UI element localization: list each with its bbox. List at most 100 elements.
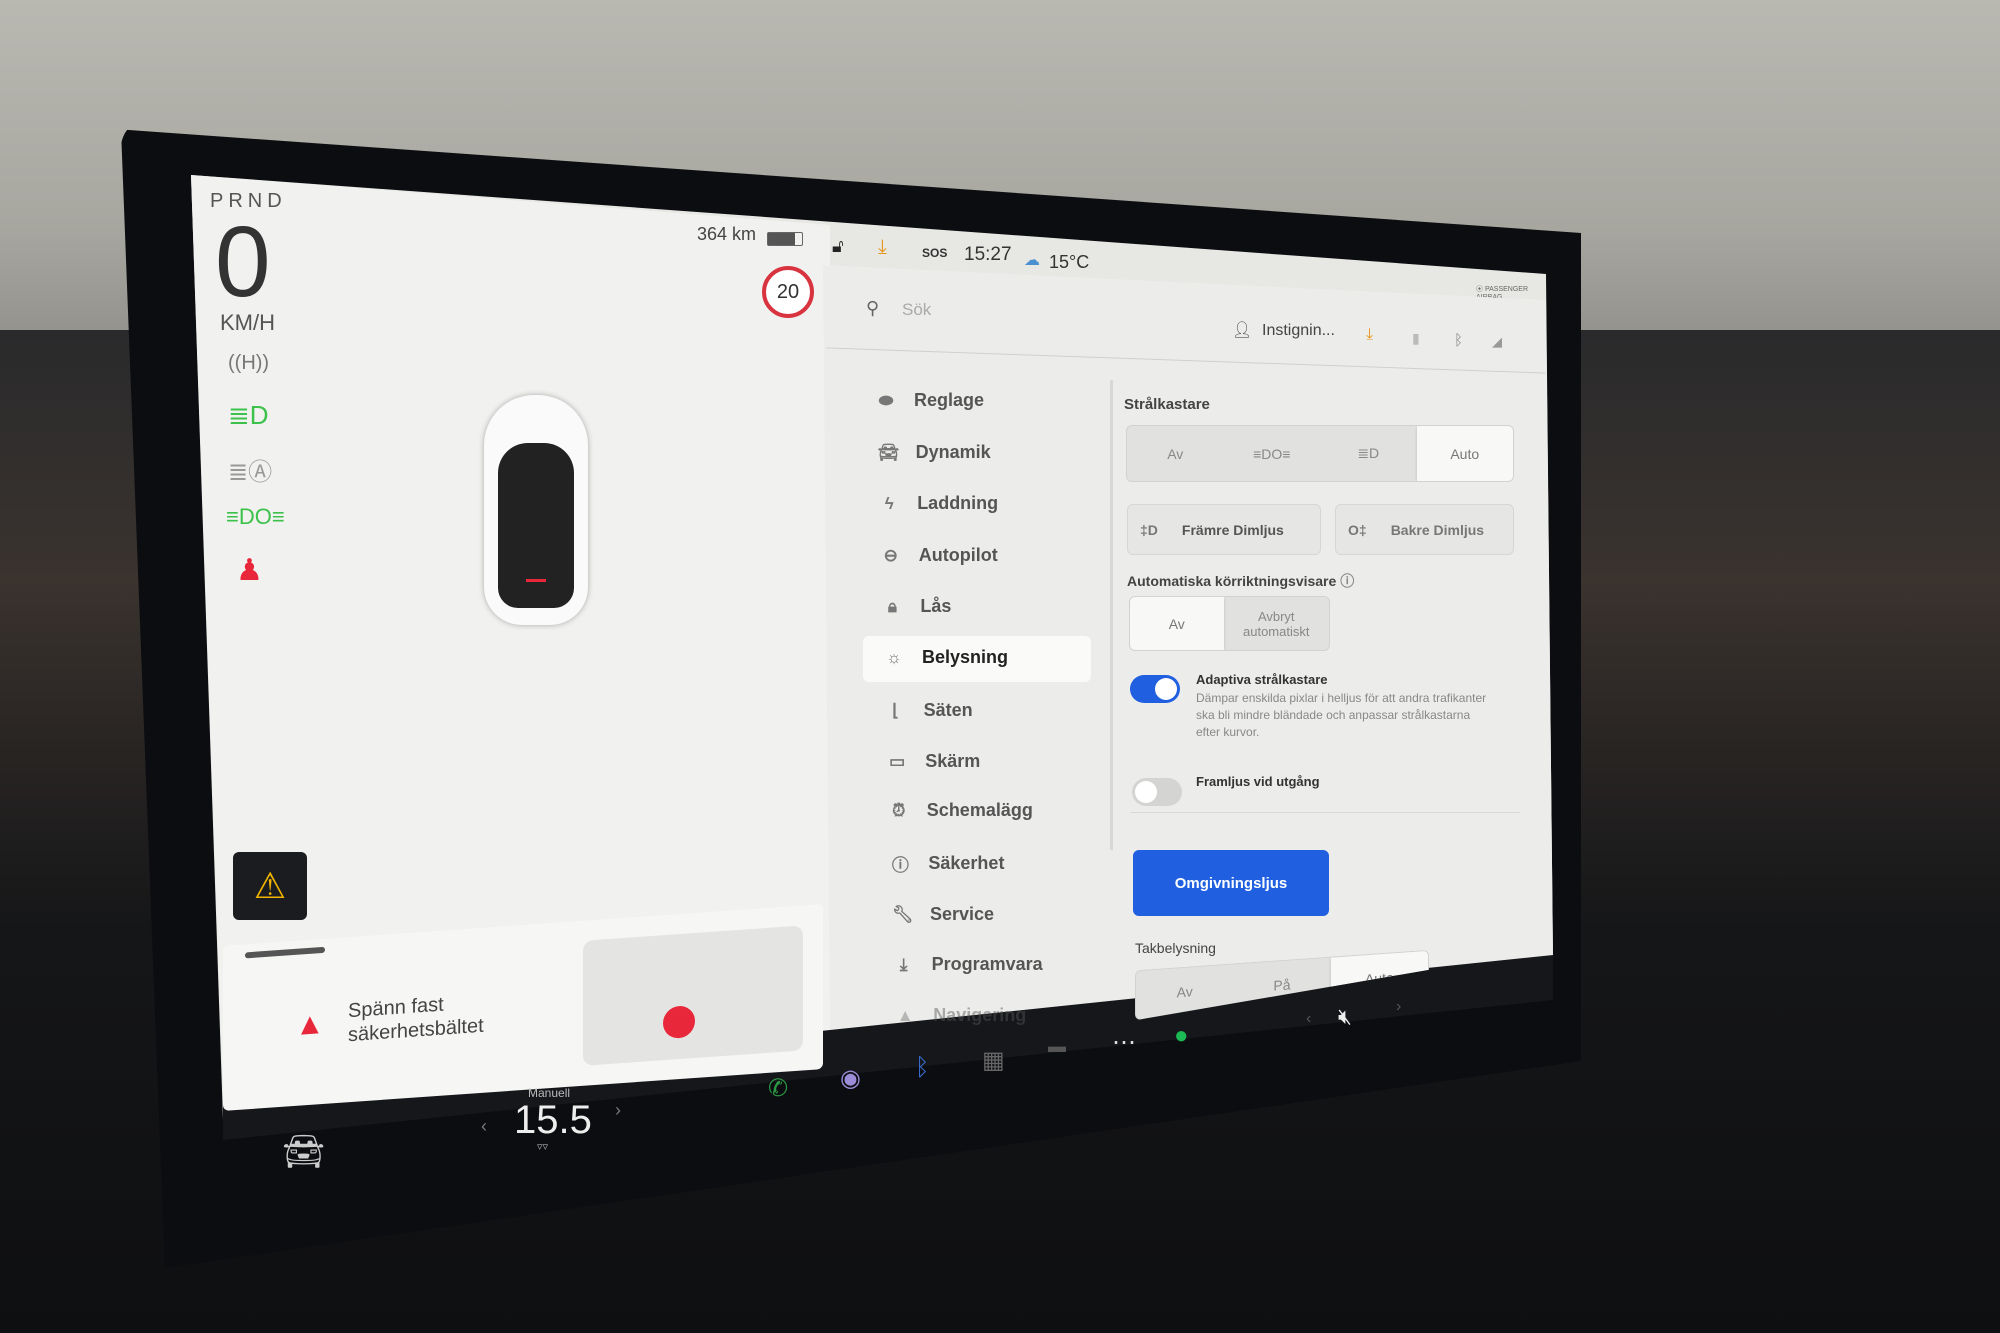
auto-high-beam-icon: ≣Ⓐ [228,459,273,486]
alert-message: Spänn fast säkerhetsbältet [348,990,484,1047]
phone-icon[interactable]: ✆ [768,1074,788,1103]
info-icon[interactable]: ⓘ [1340,573,1354,589]
wrench-icon: 🔧︎ [892,904,914,924]
menu-item-label: Lås [920,596,952,616]
headlights-auto[interactable]: Auto [1416,426,1513,481]
menu-item-label: Säkerhet [928,853,1005,873]
car-icon: 🚘︎ [877,442,900,462]
more-icon[interactable]: ⋯ [1112,1028,1136,1057]
steering-wheel-icon: ⊖ [883,545,898,565]
alert-triangle-icon: ▲ [295,1006,325,1042]
temp-up-chevron[interactable]: › [615,1100,621,1121]
signal-icon: ◢ [1492,334,1502,349]
front-fog-button[interactable]: ‡D Främre Dimljus [1127,504,1321,555]
range-readout: 364 km [697,224,757,244]
headlights-off[interactable]: Av [1127,426,1224,481]
headlights-label: Strålkastare [1124,396,1210,413]
bluetooth-icon[interactable]: ᛒ [1454,332,1463,349]
adaptive-headlights-toggle[interactable] [1130,675,1180,703]
mute-icon[interactable]: 🔇︎ [1338,1004,1352,1030]
menu-item-label: Service [930,904,995,924]
menu-item-label: Navigering [933,1005,1027,1025]
menu-item-autopilot[interactable]: ⊖ Autopilot [881,545,998,566]
dome-light-label: Takbelysning [1135,940,1216,956]
front-fog-icon: ‡D [1140,521,1158,538]
menu-item-label: Autopilot [918,545,998,565]
menu-item-programvara[interactable]: ⤓ Programvara [894,954,1043,975]
menu-item-label: Schemalägg [926,800,1033,820]
headlights-segmented: Av ≡DO≡ ≣D Auto [1126,425,1514,482]
toggle-icon: ⬬ [878,390,894,410]
temp-down-chevron[interactable]: ‹ [481,1116,487,1137]
car-icon[interactable]: 🚘︎ [282,1132,325,1172]
menu-item-belysning[interactable]: ☼ Belysning [884,647,1008,668]
info-icon: ⓘ [891,856,909,875]
headlights-low[interactable]: ≣D [1320,426,1417,481]
menu-item-label: Programvara [931,954,1043,974]
menu-item-säten[interactable]: ⌊ Säten [886,700,973,721]
menu-item-lås[interactable]: 🔒︎ Lås [882,596,952,617]
volume-up-chevron[interactable]: › [1396,998,1401,1016]
menu-item-schemalägg[interactable]: ⏰︎ Schemalägg [889,800,1033,821]
menu-item-skärm[interactable]: ▭ Skärm [887,751,980,772]
menu-item-säkerhet[interactable]: ⓘ Säkerhet [890,851,1005,876]
menu-item-reglage[interactable]: ⬬ Reglage [876,390,984,411]
menu-item-service[interactable]: 🔧︎ Service [892,904,994,925]
bell-icon[interactable]: ▮ [1412,330,1420,347]
section-divider [1130,812,1520,813]
profile-name[interactable]: Instignin... [1262,322,1335,340]
search-icon: ⚲ [866,298,880,318]
car-top-view [484,395,588,625]
front-fog-label: Främre Dimljus [1181,521,1284,538]
exit-lights-toggle[interactable] [1132,778,1182,806]
navigation-icon: ▲ [896,1005,914,1025]
drag-handle[interactable] [245,946,325,959]
speed-limit-sign: 20 [762,266,814,318]
sos-button[interactable]: SOS [922,246,947,260]
dashcam-icon[interactable]: ▬ [1048,1036,1066,1057]
adaptive-headlights-description: Dämpar enskilda pixlar i helljus för att… [1196,691,1487,739]
speed-readout: 0 [215,206,271,318]
auto-turn-cancel[interactable]: Avbryt automatiskt [1224,597,1330,650]
headlights-parking[interactable]: ≡DO≡ [1224,426,1321,481]
cabin-temperature[interactable]: 15.5 [514,1098,592,1143]
menu-item-label: Laddning [917,493,999,513]
auto-turn-label: Automatiska körriktningsvisare ⓘ [1127,573,1355,589]
bluetooth-icon[interactable]: ᛒ [915,1054,929,1082]
low-beam-icon: ≣D [228,400,269,430]
menu-item-navigering[interactable]: ▲ Navigering [895,1005,1026,1026]
unlock-icon[interactable]: 🔓︎ [832,236,844,257]
rear-fog-button[interactable]: O‡ Bakre Dimljus [1335,504,1514,555]
bolt-icon: ϟ [884,493,894,513]
menu-item-label: Dynamik [915,442,991,462]
camera-icon[interactable]: ◉ [840,1064,861,1093]
lock-icon: 🔒︎ [887,596,897,616]
speed-limit-value: 20 [776,280,800,303]
auto-turn-segmented: Av Avbryt automatiskt [1129,596,1330,651]
clock: 15:27 [964,244,1012,265]
download-icon[interactable]: ⤓ [878,236,887,259]
rear-fog-label: Bakre Dimljus [1390,521,1485,538]
volume-down-chevron[interactable]: ‹ [1306,1010,1311,1028]
menu-item-dynamik[interactable]: 🚘︎ Dynamik [878,442,991,463]
spotify-icon[interactable]: ● [1174,1022,1189,1050]
profile-icon[interactable]: 👤︎ [1232,320,1252,340]
menu-divider [1110,380,1113,850]
app-icon[interactable]: ▦ [982,1046,1005,1075]
low-beam-icon: ≣D [1357,445,1380,461]
seatbelt-warning-icon: ♟ [236,554,263,587]
ambient-light-button[interactable]: Omgivningsljus [1133,850,1329,916]
seat-heater-icon[interactable]: ▿▿ [537,1140,548,1153]
auto-turn-off[interactable]: Av [1130,597,1224,650]
parking-lights-icon: ≡DO≡ [1253,445,1291,462]
search-input[interactable]: Sök [902,300,931,320]
menu-item-label: Säten [923,700,973,720]
download-icon: ⤓ [899,954,908,974]
download-icon[interactable]: ⤓ [1366,326,1373,344]
speed-unit: KM/H [220,310,275,335]
menu-item-laddning[interactable]: ϟ Laddning [879,493,998,514]
display-icon: ▭ [889,751,906,771]
warning-button[interactable]: ⚠ [233,852,307,920]
warning-icon: ⚠ [253,865,287,906]
menu-item-label: Reglage [914,390,985,410]
